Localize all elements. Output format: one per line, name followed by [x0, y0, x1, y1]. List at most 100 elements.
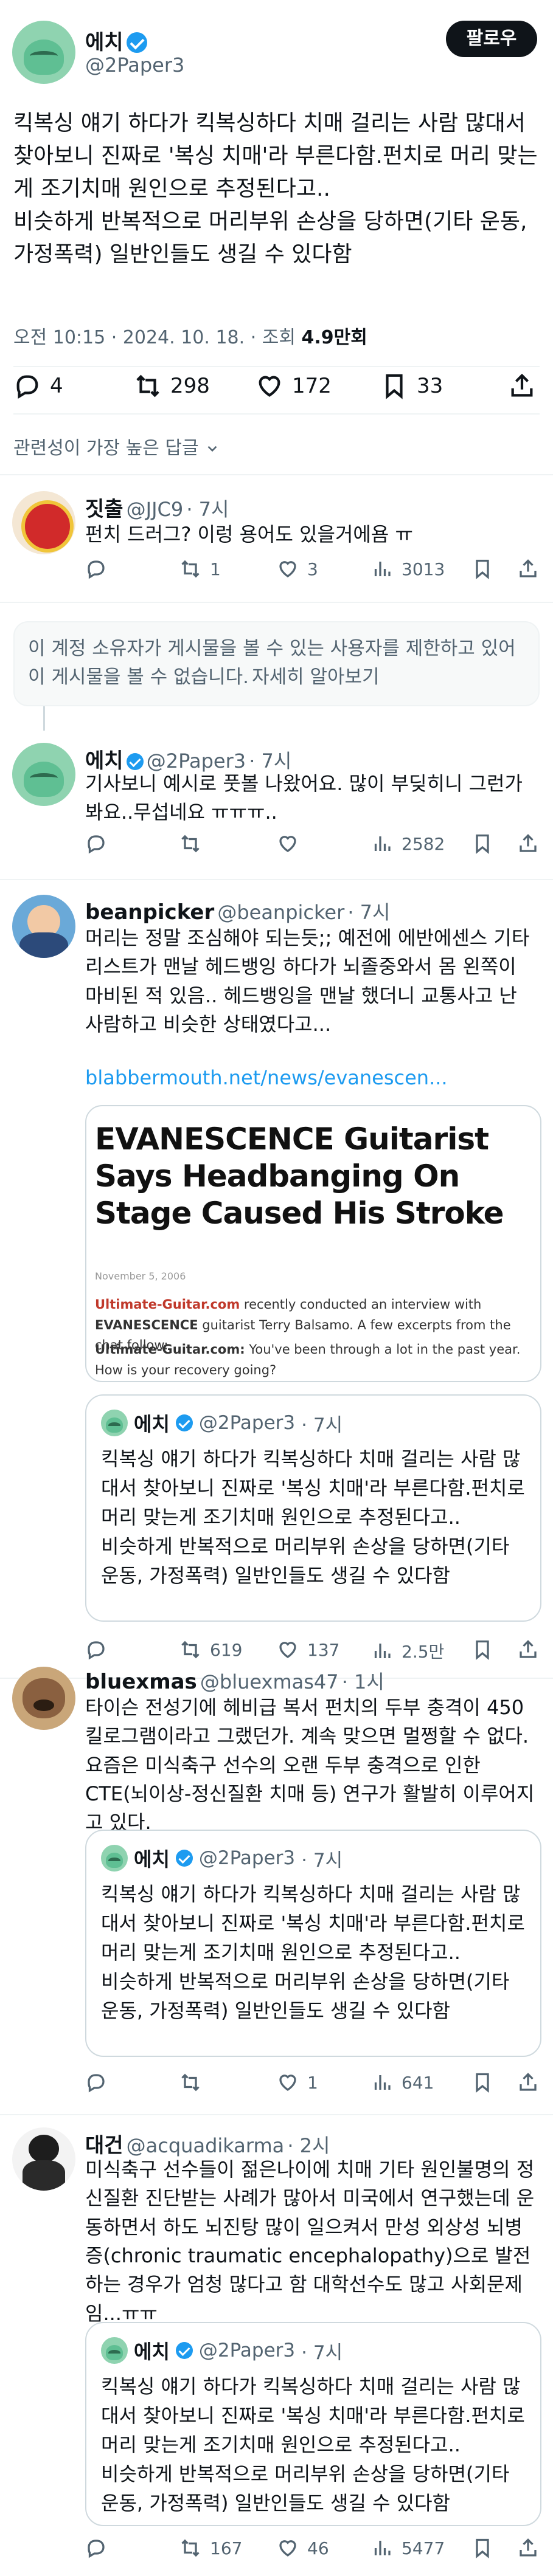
share-icon	[520, 834, 537, 852]
reply-button[interactable]	[85, 1639, 107, 1661]
quoted-tweet-text: 킥복싱 얘기 하다가 킥복싱하다 치매 걸리는 사람 많대서 찾아보니 진짜로 …	[101, 1447, 525, 1587]
like-button[interactable]: 137	[277, 1639, 339, 1661]
bookmark-button[interactable]	[471, 1639, 493, 1661]
share-button[interactable]	[508, 372, 536, 400]
reply-text: 기사보니 예시로 풋볼 나왔어요. 많이 부딪히니 그런가 봐요..무섭네요 ㅠ…	[85, 772, 523, 824]
like-button[interactable]	[277, 833, 299, 855]
reply-author-handle[interactable]: @acquadikarma	[127, 2134, 285, 2157]
repost-button[interactable]	[179, 833, 201, 855]
reply-time[interactable]: · 7시	[186, 498, 229, 521]
like-button[interactable]: 3	[277, 558, 318, 580]
reply-button[interactable]	[85, 2071, 107, 2093]
reply-avatar[interactable]	[12, 1667, 75, 1730]
reply-text: 펀치 드러그? 이렁 용어도 있을거에욤 ㅠ	[85, 523, 413, 546]
chevron-down-icon	[207, 446, 217, 452]
bookmark-button[interactable]	[471, 558, 493, 580]
share-button[interactable]	[517, 2537, 539, 2559]
share-button[interactable]	[517, 1639, 539, 1661]
bookmark-icon	[476, 2073, 489, 2093]
repost-icon	[136, 374, 159, 398]
bookmark-button[interactable]	[471, 2071, 493, 2093]
views-icon	[374, 2541, 391, 2555]
reply-icon	[88, 835, 105, 854]
reply-button[interactable]	[85, 558, 107, 580]
reply-author-name[interactable]: beanpicker	[85, 900, 214, 925]
reply-text: 미식축구 선수들이 젊은나이에 치매 기타 원인불명의 정신질환 진단받는 사례…	[85, 2158, 535, 2325]
reply-time[interactable]: · 1시	[342, 1670, 384, 1693]
share-button[interactable]	[517, 558, 539, 580]
reply-actions: 167 46 5477	[85, 2537, 541, 2567]
author-name-row[interactable]: 에치	[85, 26, 147, 55]
reply-icon	[16, 375, 38, 399]
reply-avatar[interactable]	[12, 491, 75, 554]
article-card[interactable]: EVANESCENCE Guitarist Says Headbanging O…	[85, 1105, 541, 1382]
views-icon	[374, 836, 391, 851]
quoted-tweet[interactable]: 에치 @2Paper3 · 7시 킥복싱 얘기 하다가 킥복싱하다 치매 걸리는…	[85, 2322, 541, 2526]
author-handle[interactable]: @2Paper3	[85, 53, 184, 77]
reply-button[interactable]	[85, 833, 107, 855]
tweet-meta: 오전 10:15 · 2024. 10. 18. · 조회 4.9만회	[13, 322, 367, 349]
like-icon	[279, 836, 296, 852]
sort-replies-dropdown[interactable]: 관련성이 가장 높은 답글	[13, 433, 220, 460]
like-icon	[279, 1642, 296, 1658]
article-link[interactable]: blabbermouth.net/news/evanescen...	[85, 1066, 448, 1089]
verified-icon	[175, 1414, 193, 1431]
quoted-tweet-text: 킥복싱 얘기 하다가 킥복싱하다 치매 걸리는 사람 많대서 찾아보니 진짜로 …	[101, 1882, 525, 2022]
repost-icon	[181, 1641, 200, 1659]
like-button[interactable]: 1	[277, 2071, 318, 2093]
views-button[interactable]: 5477	[371, 2537, 445, 2559]
views-button[interactable]: 2582	[371, 833, 445, 855]
quoted-tweet[interactable]: 에치 @2Paper3 · 7시 킥복싱 얘기 하다가 킥복싱하다 치매 걸리는…	[85, 1830, 541, 2057]
bookmark-button[interactable]: 33	[380, 372, 443, 400]
like-button[interactable]: 172	[256, 372, 332, 400]
reply-time[interactable]: · 2시	[287, 2134, 330, 2157]
reply-icon	[88, 2540, 105, 2558]
repost-button[interactable]: 619	[179, 1639, 242, 1661]
reply-avatar[interactable]	[12, 2127, 75, 2191]
repost-button[interactable]: 298	[134, 372, 210, 400]
reply-button[interactable]	[85, 2537, 107, 2559]
views-button[interactable]: 641	[371, 2071, 434, 2093]
reply-author-name[interactable]: 짓출	[85, 497, 123, 522]
share-button[interactable]	[517, 833, 539, 855]
reply-avatar[interactable]	[12, 895, 75, 958]
article-headline: EVANESCENCE Guitarist Says Headbanging O…	[95, 1121, 504, 1231]
reply-icon	[88, 560, 105, 579]
author-name[interactable]: 에치	[85, 30, 123, 55]
bookmark-icon	[476, 1640, 489, 1661]
reply-header: beanpicker @beanpicker · 7시	[85, 897, 390, 925]
repost-button[interactable]	[179, 2071, 201, 2093]
learn-more-link[interactable]: 자세히 알아보기	[252, 666, 380, 688]
like-button[interactable]: 46	[277, 2537, 329, 2559]
follow-button[interactable]: 팔로우	[446, 21, 537, 57]
repost-button[interactable]: 167	[179, 2537, 242, 2559]
reply-author-handle[interactable]: @bluexmas47	[200, 1670, 339, 1693]
verified-icon	[175, 2342, 193, 2359]
bookmark-icon	[386, 374, 403, 399]
reply-header: 대건 @acquadikarma · 2시	[85, 2129, 330, 2158]
reply-author-name[interactable]: 대건	[85, 2133, 123, 2158]
like-icon	[259, 376, 280, 397]
author-avatar[interactable]	[12, 21, 75, 84]
reply-avatar[interactable]	[12, 743, 75, 806]
repost-button[interactable]: 1	[179, 558, 221, 580]
like-icon	[279, 561, 296, 577]
bookmark-button[interactable]	[471, 833, 493, 855]
reply-icon	[88, 2074, 105, 2093]
bookmark-button[interactable]	[471, 2537, 493, 2559]
bookmark-icon	[476, 559, 489, 580]
reply-button[interactable]: 4	[13, 372, 63, 400]
tweet-timestamp[interactable]: 오전 10:15 · 2024. 10. 18. · 조회	[13, 327, 296, 348]
reply-actions: 619 137 2.5만	[85, 1639, 541, 1669]
reply-author-handle[interactable]: @beanpicker	[217, 901, 344, 924]
views-button[interactable]: 3013	[371, 558, 445, 580]
share-icon	[520, 2073, 537, 2091]
reply-time[interactable]: · 7시	[347, 901, 390, 924]
views-button[interactable]: 2.5만	[371, 1639, 444, 1663]
share-button[interactable]	[517, 2071, 539, 2093]
article-paragraph: Ultimate-Guitar.com: You've been through…	[95, 1342, 521, 1377]
reply-author-name[interactable]: bluexmas	[85, 1670, 197, 1694]
reply-author-handle[interactable]: @JJC9	[127, 498, 184, 521]
repost-icon	[181, 2073, 200, 2092]
quoted-tweet[interactable]: 에치 @2Paper3 · 7시 킥복싱 얘기 하다가 킥복싱하다 치매 걸리는…	[85, 1394, 541, 1622]
